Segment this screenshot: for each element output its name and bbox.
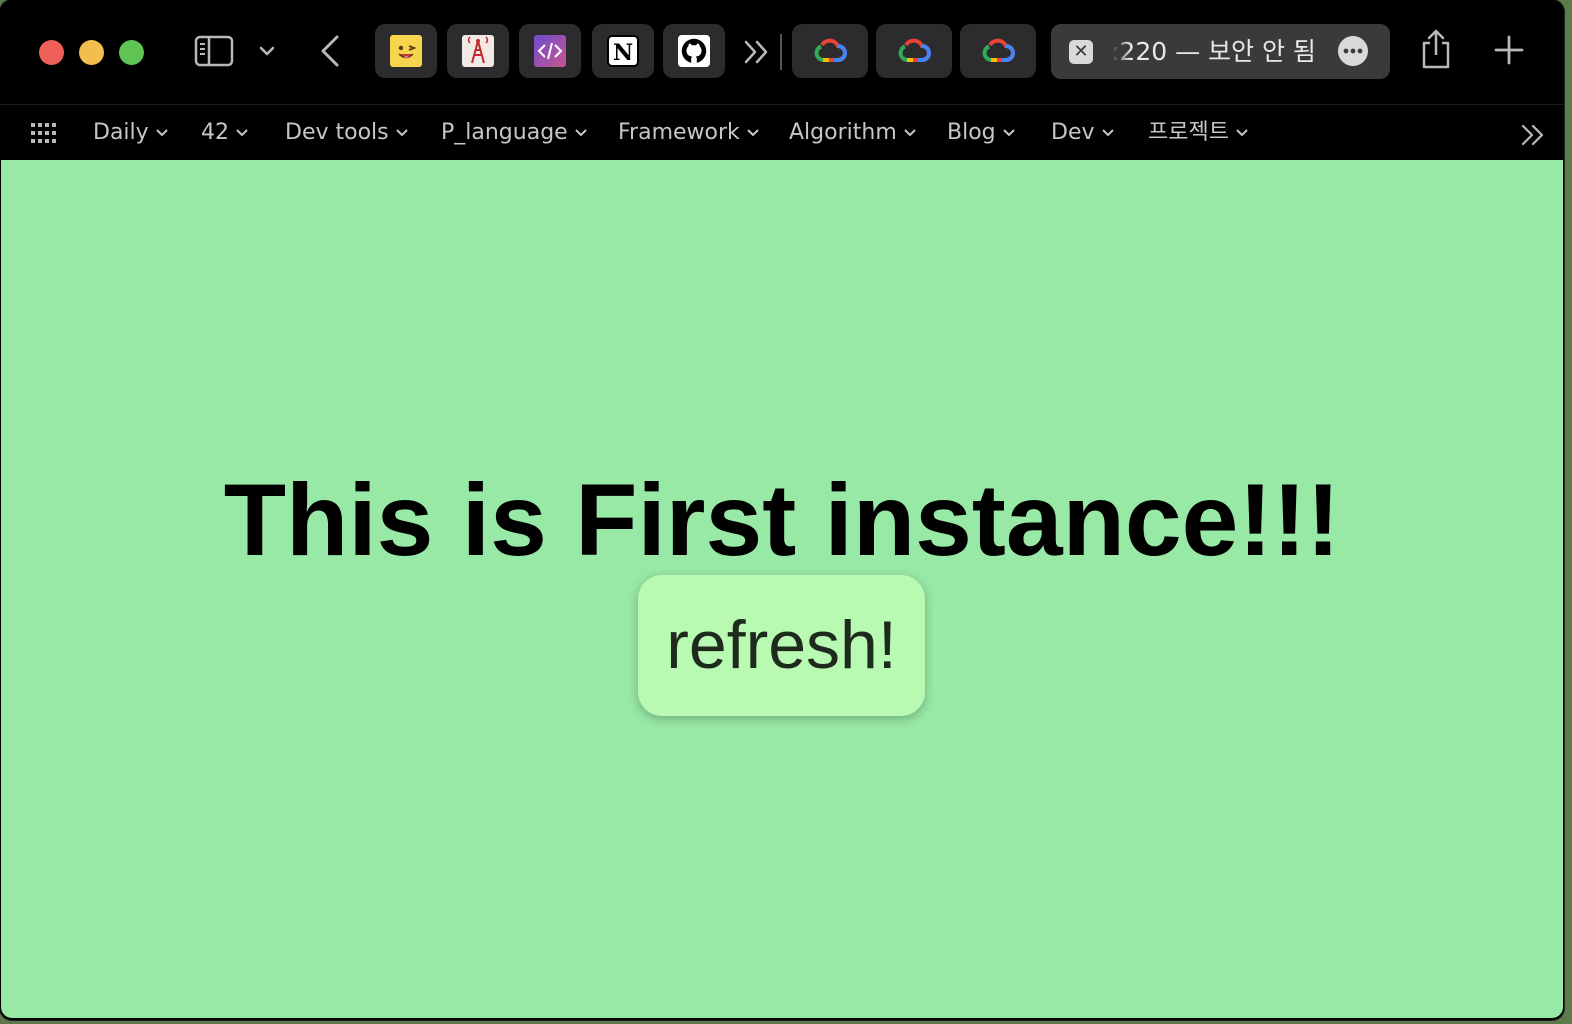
bookmark-folder-project[interactable]: 프로젝트 <box>1148 117 1249 149</box>
pinned-tab[interactable]: N <box>592 24 654 78</box>
github-icon <box>678 35 710 67</box>
zoom-window-button[interactable] <box>119 40 144 65</box>
chevron-down-icon <box>747 129 759 137</box>
bookmark-label: Blog <box>947 120 996 145</box>
svg-text:N: N <box>613 40 633 66</box>
bookmark-folder-framework[interactable]: Framework <box>618 117 760 149</box>
pinned-tab[interactable] <box>375 24 437 78</box>
notion-icon: N <box>607 35 639 67</box>
bookmark-label: Daily <box>93 120 149 145</box>
chevron-down-icon <box>236 129 248 137</box>
tab-google-cloud[interactable] <box>876 24 952 78</box>
chevron-down-icon <box>904 129 916 137</box>
tab-title: :220 — 보안 안 됨 <box>1111 37 1316 66</box>
grid-icon[interactable] <box>30 121 58 145</box>
active-tab[interactable]: ✕ :220 — 보안 안 됨 <box>1051 24 1390 79</box>
tab-bar: N ✕:220 — 보안 안 됨 <box>0 0 1564 104</box>
google-cloud-icon <box>982 38 1015 62</box>
google-cloud-icon <box>814 38 847 62</box>
bookmark-folder-algorithm[interactable]: Algorithm <box>789 117 917 149</box>
sidebar-icon[interactable] <box>192 33 236 69</box>
google-cloud-icon <box>898 38 931 62</box>
tab-google-cloud[interactable] <box>792 24 868 78</box>
ellipsis-icon[interactable] <box>1338 36 1368 66</box>
bookmark-label: Dev <box>1051 120 1095 145</box>
pinned-tab[interactable] <box>663 24 725 78</box>
tab-separator <box>780 34 782 70</box>
share-icon[interactable] <box>1418 28 1454 72</box>
bookmarks-bar: Daily 42 Dev tools P_language Framework … <box>0 104 1564 161</box>
chevron-down-icon <box>1236 129 1248 137</box>
chevron-down-icon <box>574 129 587 137</box>
bookmark-label: Framework <box>618 120 740 145</box>
bookmark-label: 42 <box>201 120 229 145</box>
chevron-left-icon[interactable] <box>316 32 344 70</box>
page-headline: This is First instance!!! <box>223 463 1341 577</box>
bookmark-label: 프로젝트 <box>1148 120 1229 145</box>
tab-google-cloud[interactable] <box>960 24 1036 78</box>
bookmark-label: P_language <box>441 120 568 145</box>
chevron-down-icon <box>1101 129 1114 137</box>
chevron-down-icon <box>155 129 168 137</box>
page-content: This is First instance!!! refresh! <box>1 160 1563 1018</box>
double-chevron-right-icon[interactable] <box>1518 121 1548 149</box>
refresh-button[interactable]: refresh! <box>638 575 925 716</box>
bookmark-folder-dev[interactable]: Dev <box>1051 117 1115 149</box>
pinned-tab[interactable] <box>447 24 509 78</box>
chevron-down-icon[interactable] <box>256 38 278 64</box>
minimize-window-button[interactable] <box>79 40 104 65</box>
bookmark-folder-dev-tools[interactable]: Dev tools <box>285 117 409 149</box>
bookmark-folder-p-language[interactable]: P_language <box>441 117 588 149</box>
bookmark-folder-daily[interactable]: Daily <box>93 117 169 149</box>
bookmark-label: Dev tools <box>285 120 389 145</box>
double-chevron-right-icon[interactable] <box>740 35 774 69</box>
chevron-down-icon <box>1002 129 1015 137</box>
pinned-tab[interactable] <box>519 24 581 78</box>
bookmark-label: Algorithm <box>789 120 897 145</box>
close-tab-icon[interactable]: ✕ <box>1069 40 1093 64</box>
tower-icon <box>462 35 494 67</box>
browser-window: N ✕:220 — 보안 안 됨 Daily 42 Dev tools P_l… <box>0 0 1564 1020</box>
code-icon <box>534 35 566 67</box>
chevron-down-icon <box>395 129 408 137</box>
bookmark-folder-blog[interactable]: Blog <box>947 117 1016 149</box>
plus-icon[interactable] <box>1492 33 1526 67</box>
close-window-button[interactable] <box>39 40 64 65</box>
bookmark-folder-42[interactable]: 42 <box>201 117 249 149</box>
emoji-face-icon <box>390 35 422 67</box>
